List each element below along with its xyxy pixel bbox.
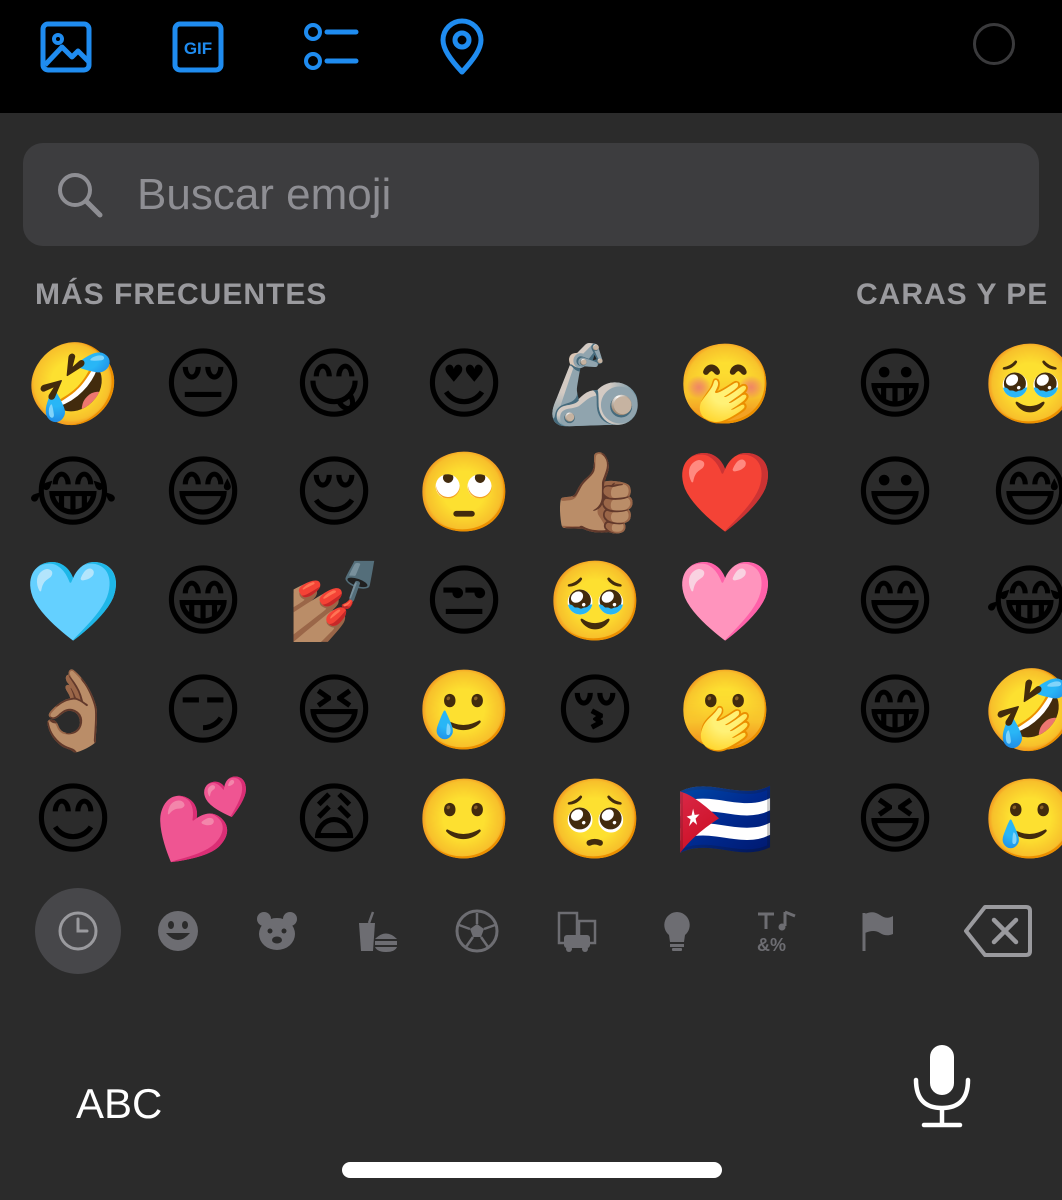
emoji-key[interactable]: 😄 [840,547,950,657]
home-indicator [342,1162,722,1178]
section-title-faces: CARAS Y PE [856,278,1049,311]
emoji-key[interactable]: 🦾 [540,330,650,440]
category-bar: &% [0,888,1062,978]
emoji-key[interactable]: 😍 [409,330,519,440]
emoji-key[interactable]: 💅🏽 [279,547,389,657]
backspace-icon[interactable] [963,902,1033,960]
emoji-key[interactable]: 😚 [540,656,650,766]
radio-circle-icon[interactable] [973,23,1015,65]
emoji-key[interactable]: 😩 [279,765,389,870]
emoji-search-input[interactable] [137,166,837,224]
emoji-key[interactable]: 💕 [148,765,258,870]
recent-clock-icon[interactable] [35,888,121,974]
image-icon[interactable] [36,17,96,77]
smiley-icon[interactable] [135,888,221,974]
emoji-key[interactable]: 😆 [279,656,389,766]
emoji-key[interactable]: 🤣 [975,656,1062,766]
symbols-icon[interactable]: &% [734,888,820,974]
emoji-key[interactable]: 😀 [840,330,950,440]
emoji-key[interactable]: 😅 [148,438,258,548]
emoji-key[interactable]: 🥲 [409,656,519,766]
emoji-key[interactable]: 🤭 [670,330,780,440]
emoji-key[interactable]: 😊 [18,765,128,870]
input-toolbar: GIF [0,0,1062,113]
flag-icon[interactable] [834,888,920,974]
emoji-grid: 🤣 😔 😋 😍 🦾 🤭 😂 😅 😌 🙄 👍🏽 ❤️ 🩵 😁 💅🏽 😒 🥹 🩷 👌🏽 😏 😆 🥲 😚 🫢 😊 💕 😩 🙂 🥺 🇨🇺 😀 🥹 😃 😅 😄… [0,330,1062,870]
emoji-key[interactable]: 🥺 [540,765,650,870]
svg-text:&%: &% [757,935,786,953]
emoji-key[interactable]: ❤️ [670,438,780,548]
emoji-key[interactable]: 😏 [148,656,258,766]
abc-keyboard-button[interactable]: ABC [76,1080,162,1128]
checklist-icon[interactable] [300,17,360,77]
emoji-key[interactable]: 🩷 [670,547,780,657]
emoji-key[interactable]: 🇨🇺 [670,765,780,870]
emoji-key[interactable]: 👌🏽 [18,656,128,766]
emoji-key[interactable]: 🥲 [975,765,1062,870]
emoji-key[interactable]: 😂 [18,438,128,548]
sports-ball-icon[interactable] [434,888,520,974]
gif-label: GIF [184,39,212,58]
emoji-key[interactable]: 👍🏽 [540,438,650,548]
emoji-key[interactable]: 🩵 [18,547,128,657]
emoji-key[interactable]: 😋 [279,330,389,440]
emoji-key[interactable]: 😌 [279,438,389,548]
emoji-key[interactable]: 🥹 [975,330,1062,440]
location-pin-icon[interactable] [432,17,492,77]
emoji-key[interactable]: 🤣 [18,330,128,440]
emoji-key[interactable]: 😁 [148,547,258,657]
animal-bear-icon[interactable] [234,888,320,974]
emoji-key[interactable]: 😅 [975,438,1062,548]
food-icon[interactable] [334,888,420,974]
emoji-key[interactable]: 😁 [840,656,950,766]
objects-lightbulb-icon[interactable] [634,888,720,974]
emoji-key[interactable]: 😃 [840,438,950,548]
search-icon [55,170,105,220]
emoji-key[interactable]: 😂 [975,547,1062,657]
emoji-key[interactable]: 🫢 [670,656,780,766]
emoji-key[interactable]: 😒 [409,547,519,657]
travel-car-icon[interactable] [534,888,620,974]
emoji-key[interactable]: 🙄 [409,438,519,548]
emoji-key[interactable]: 🙂 [409,765,519,870]
gif-icon[interactable]: GIF [168,17,228,77]
microphone-icon[interactable] [910,1042,974,1132]
emoji-key[interactable]: 😔 [148,330,258,440]
emoji-key[interactable]: 😆 [840,765,950,870]
emoji-key[interactable]: 🥹 [540,547,650,657]
section-title-frequent: MÁS FRECUENTES [35,278,328,311]
